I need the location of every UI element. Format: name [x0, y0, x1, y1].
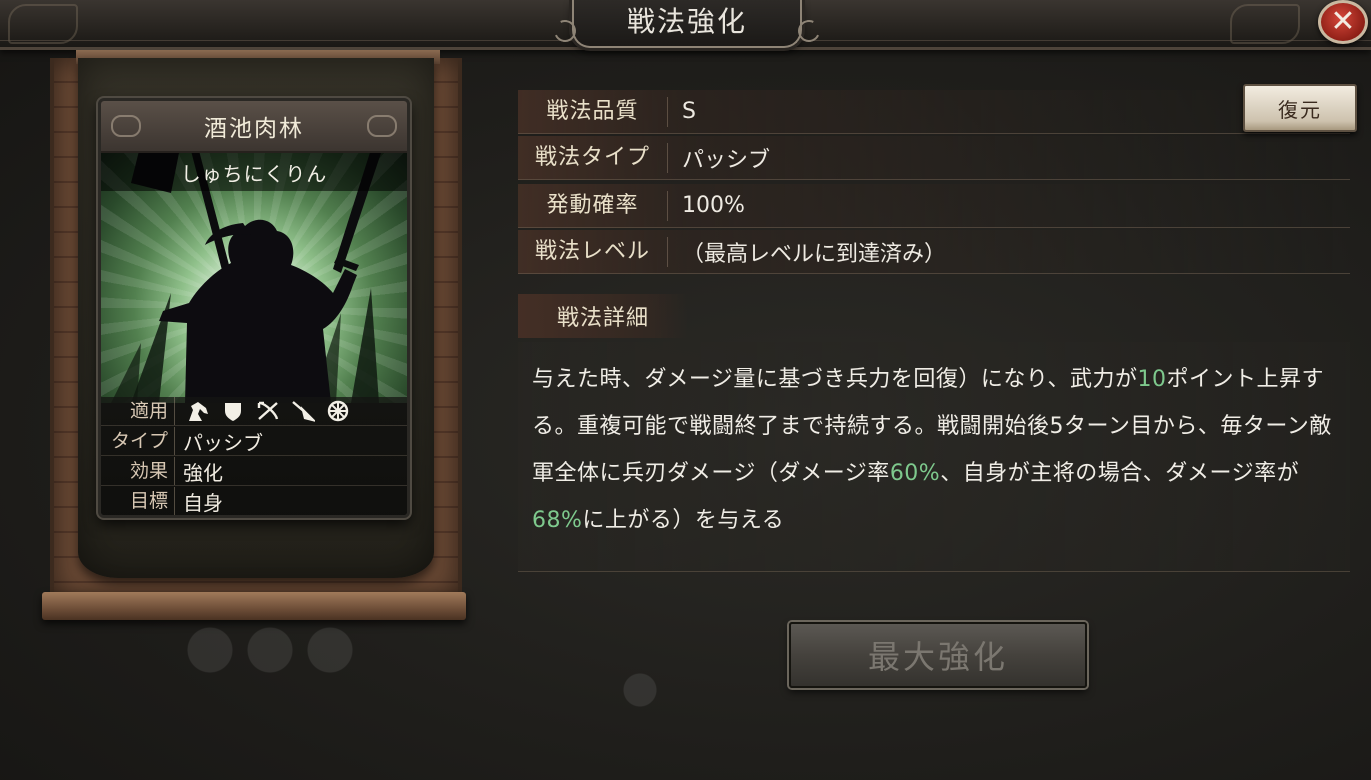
tactic-type-label: 戦法タイプ [518, 142, 668, 173]
tactic-level-label: 戦法レベル [518, 236, 668, 267]
window-title: 戦法強化 [626, 5, 747, 38]
apply-label: 適用 [101, 397, 175, 425]
detail-highlight-value: 60% [889, 461, 941, 486]
card-ornament-right [367, 115, 397, 137]
spear-icon [290, 400, 316, 422]
detail-text-segment: 与えた時、ダメージ量に基づき兵力を回復）になり、武力が [532, 367, 1138, 392]
bow-icon [255, 400, 281, 422]
target-value: 自身 [183, 491, 223, 515]
effect-value: 強化 [183, 460, 223, 485]
property-row-rate: 発動確率 100% [518, 184, 1350, 228]
scroll-rod-bottom [42, 592, 466, 620]
trigger-rate-value: 100% [682, 193, 745, 218]
detail-text-segment: に上がる）を与える [582, 508, 785, 533]
tactic-card: 酒池肉林 しゅちにくりん 適用 タイプ パッシブ 効果 強化 目標 自身 [98, 98, 410, 518]
type-value: パッシブ [183, 430, 263, 455]
type-label: タイプ [101, 427, 175, 455]
detail-description: 与えた時、ダメージ量に基づき兵力を回復）になり、武力が10ポイント上昇する。重複… [532, 356, 1342, 544]
tactic-reading: しゅちにくりん [101, 153, 407, 191]
info-row-effect: 効果 強化 [101, 457, 407, 486]
effect-label: 効果 [101, 457, 175, 485]
property-row-quality: 戦法品質 S [518, 90, 1350, 134]
reset-button[interactable]: 復元 [1243, 84, 1357, 132]
info-row-type: タイプ パッシブ [101, 427, 407, 456]
quality-label: 戦法品質 [518, 96, 668, 127]
info-row-target: 目標 自身 [101, 487, 407, 515]
info-row-apply: 適用 [101, 397, 407, 426]
frame-ornament-right [1230, 4, 1300, 44]
trigger-rate-label: 発動確率 [518, 190, 668, 221]
cavalry-icon [185, 400, 211, 422]
max-enhance-button[interactable]: 最大強化 [789, 622, 1087, 688]
detail-heading: 戦法詳細 [518, 294, 688, 338]
title-plate: 戦法強化 [550, 0, 824, 48]
property-row-level: 戦法レベル （最高レベルに到達済み） [518, 230, 1350, 274]
shield-icon [220, 400, 246, 422]
tactic-level-value: （最高レベルに到達済み） [682, 241, 947, 267]
wheel-icon [325, 400, 351, 422]
card-ornament-left [111, 115, 141, 137]
quality-value: S [682, 99, 696, 124]
property-row-type: 戦法タイプ パッシブ [518, 136, 1350, 180]
target-label: 目標 [101, 487, 175, 515]
detail-text-segment: 、自身が主将の場合、ダメージ率が [940, 461, 1300, 486]
card-info-table: 適用 タイプ パッシブ 効果 強化 目標 自身 [101, 397, 407, 515]
tactic-type-value: パッシブ [682, 147, 771, 173]
frame-ornament-left [8, 4, 78, 44]
detail-highlight-value: 68% [532, 508, 583, 533]
close-button[interactable]: ✕ [1318, 0, 1368, 44]
close-icon: ✕ [1330, 4, 1356, 39]
detail-panel[interactable]: 与えた時、ダメージ量に基づき兵力を回復）になり、武力が10ポイント上昇する。重複… [518, 342, 1350, 572]
tactic-name: 酒池肉林 [204, 116, 304, 142]
card-name-plate: 酒池肉林 [101, 101, 407, 153]
unit-type-icons [175, 400, 351, 422]
detail-highlight-value: 10 [1137, 367, 1167, 392]
